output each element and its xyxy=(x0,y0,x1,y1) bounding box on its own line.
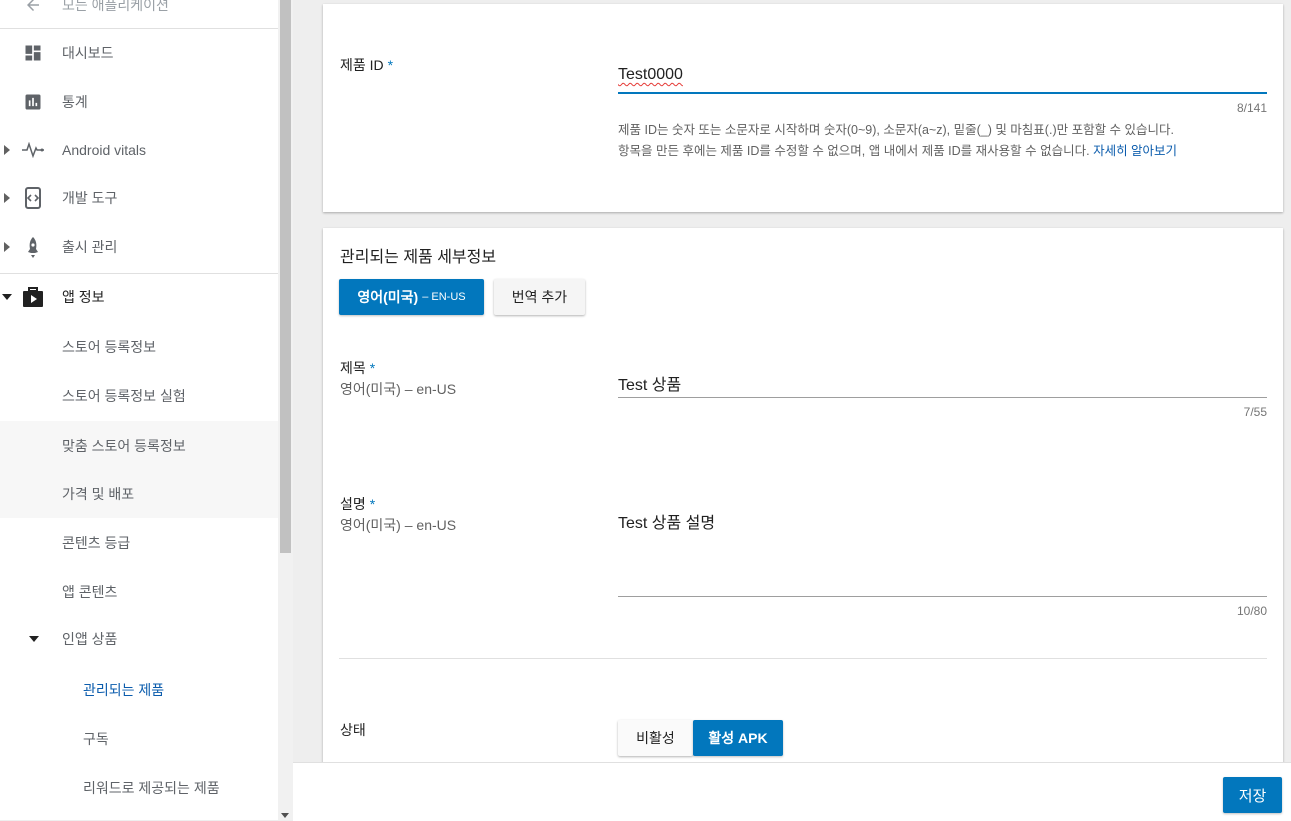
product-id-card: 제품 ID * Test0000 8/141 제품 ID는 숫자 또는 소문자로 … xyxy=(323,4,1283,212)
sidebar-item-release-management[interactable]: 출시 관리 xyxy=(0,223,278,271)
product-details-card: 관리되는 제품 세부정보 영어(미국) – EN-US 번역 추가 제목 * 영어… xyxy=(323,228,1283,788)
product-id-input[interactable]: Test0000 xyxy=(618,66,683,84)
back-to-all-apps[interactable]: 모든 애플리케이션 xyxy=(0,0,278,29)
sidebar-item-label: 대시보드 xyxy=(62,45,114,61)
play-store-icon xyxy=(22,286,44,308)
sidebar-item-in-app-products[interactable]: 인앱 상품 xyxy=(0,615,278,663)
product-id-label: 제품 ID * xyxy=(340,57,394,73)
caret-down-icon[interactable] xyxy=(29,632,39,646)
title-counter: 7/55 xyxy=(1243,405,1267,419)
sidebar-item-managed-products[interactable]: 관리되는 제품 xyxy=(0,666,278,714)
learn-more-link[interactable]: 자세히 알아보기 xyxy=(1093,144,1177,158)
sidebar-item-content-rating[interactable]: 콘텐츠 등급 xyxy=(0,519,278,567)
help-line-1: 제품 ID는 숫자 또는 소문자로 시작하며 숫자(0~9), 소문자(a~z)… xyxy=(618,123,1174,137)
back-label: 모든 애플리케이션 xyxy=(62,0,169,13)
save-button[interactable]: 저장 xyxy=(1223,777,1282,813)
sidebar-item-statistics[interactable]: 통계 xyxy=(0,78,278,126)
rocket-icon xyxy=(22,236,44,258)
description-language: 영어(미국) – en-US xyxy=(340,517,457,533)
help-line-2: 항목을 만든 후에는 제품 ID를 수정할 수 없으며, 앱 내에서 제품 ID… xyxy=(618,144,1178,158)
sidebar-item-app-info[interactable]: 앱 정보 xyxy=(0,273,278,321)
sidebar-item-label: 맞춤 스토어 등록정보 xyxy=(62,437,186,454)
scroll-down-arrow-icon[interactable] xyxy=(281,813,289,818)
status-inactive-button[interactable]: 비활성 xyxy=(618,720,693,756)
product-id-help: 제품 ID는 숫자 또는 소문자로 시작하며 숫자(0~9), 소문자(a~z)… xyxy=(618,120,1268,162)
caret-right-icon[interactable] xyxy=(2,143,12,157)
caret-right-icon[interactable] xyxy=(2,240,12,254)
sidebar-item-label: 관리되는 제품 xyxy=(83,682,165,698)
bar-chart-icon xyxy=(22,91,44,113)
sidebar-item-label: 앱 콘텐츠 xyxy=(62,584,118,600)
sidebar-item-label: 구독 xyxy=(83,731,109,747)
title-input[interactable]: Test 상품 xyxy=(618,371,681,395)
product-id-underline xyxy=(618,92,1267,94)
add-translation-button[interactable]: 번역 추가 xyxy=(494,279,585,315)
sidebar-item-dev-tools[interactable]: 개발 도구 xyxy=(0,174,278,222)
description-underline xyxy=(618,596,1267,597)
description-counter: 10/80 xyxy=(1236,604,1267,618)
details-heading: 관리되는 제품 세부정보 xyxy=(340,249,497,266)
sidebar-item-label: 앱 정보 xyxy=(62,289,105,305)
tab-language-en-us[interactable]: 영어(미국) – EN-US xyxy=(339,279,484,315)
footer-bar: 저장 xyxy=(293,762,1291,821)
sidebar-item-android-vitals[interactable]: Android vitals xyxy=(0,126,278,174)
description-input[interactable]: Test 상품 설명 xyxy=(618,509,715,533)
product-id-counter: 8/141 xyxy=(1236,101,1267,115)
sidebar-item-label: 인앱 상품 xyxy=(62,631,118,647)
sidebar-item-store-listing[interactable]: 스토어 등록정보 xyxy=(0,323,278,371)
sidebar-item-dashboard[interactable]: 대시보드 xyxy=(0,29,278,77)
caret-down-icon[interactable] xyxy=(2,290,12,304)
arrow-back-icon xyxy=(22,0,44,16)
pulse-icon xyxy=(22,139,44,161)
dashboard-icon xyxy=(22,42,44,64)
description-label: 설명 * xyxy=(340,496,376,512)
title-language: 영어(미국) – en-US xyxy=(340,381,457,397)
sidebar-item-label: 스토어 등록정보 실험 xyxy=(62,388,186,404)
dev-tools-icon xyxy=(22,187,44,209)
sidebar-item-pricing-distribution[interactable]: 가격 및 배포 xyxy=(0,470,278,518)
sidebar-item-custom-store-listing[interactable]: 맞춤 스토어 등록정보 xyxy=(0,421,278,470)
tab-language-label: 영어(미국) xyxy=(357,289,419,305)
sidebar-item-label: 스토어 등록정보 xyxy=(62,339,157,355)
tab-language-code: – EN-US xyxy=(422,291,466,303)
status-label: 상태 xyxy=(340,722,366,738)
scrollbar-thumb[interactable] xyxy=(280,0,291,553)
sidebar: 모든 애플리케이션 대시보드 통계 Android vitals 개발 도구 출… xyxy=(0,0,278,820)
sidebar-item-label: Android vitals xyxy=(62,142,147,158)
sidebar-item-label: 개발 도구 xyxy=(62,190,118,206)
sidebar-scrollbar[interactable] xyxy=(278,0,293,820)
section-divider xyxy=(339,658,1267,659)
sidebar-item-store-listing-experiments[interactable]: 스토어 등록정보 실험 xyxy=(0,372,278,420)
status-active-button[interactable]: 활성 APK xyxy=(693,720,783,756)
title-label: 제목 * xyxy=(340,360,376,376)
sidebar-item-rewarded-products[interactable]: 리워드로 제공되는 제품 xyxy=(0,764,278,812)
title-underline xyxy=(618,397,1267,398)
sidebar-item-subscriptions[interactable]: 구독 xyxy=(0,715,278,763)
sidebar-item-label: 가격 및 배포 xyxy=(62,486,135,502)
sidebar-item-label: 출시 관리 xyxy=(62,239,118,255)
sidebar-item-app-content[interactable]: 앱 콘텐츠 xyxy=(0,568,278,616)
sidebar-item-label: 통계 xyxy=(62,94,88,110)
sidebar-item-label: 리워드로 제공되는 제품 xyxy=(83,780,220,796)
sidebar-item-label: 콘텐츠 등급 xyxy=(62,535,131,551)
caret-right-icon[interactable] xyxy=(2,191,12,205)
